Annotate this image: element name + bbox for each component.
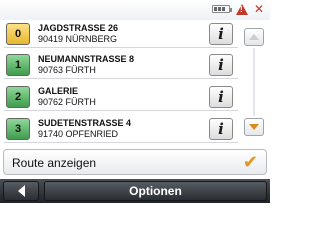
battery-icon [211, 5, 232, 13]
show-route-button[interactable]: Route anzeigen ✔ [3, 149, 267, 175]
scroll-down-button[interactable] [244, 118, 264, 136]
street-name: SUDETENSTRASSE 4 [38, 118, 132, 128]
options-button[interactable]: Optionen [44, 181, 267, 201]
address-text: SUDETENSTRASSE 4 91740 OPFENRIED [38, 118, 198, 140]
number-badge: 1 [6, 54, 30, 76]
info-button[interactable]: i [209, 54, 233, 76]
back-arrow-icon [17, 185, 25, 197]
bottom-bar: Optionen [0, 179, 270, 203]
number-badge: 0 [6, 23, 30, 45]
street-name: JAGDSTRASSE 26 [38, 23, 119, 33]
list-item[interactable]: 1 NEUMANNSTRASSE 8 90763 FÜRTH i [4, 51, 238, 79]
chevron-up-icon [249, 34, 259, 40]
street-name: NEUMANNSTRASSE 8 [38, 54, 135, 64]
city-name: 91740 OPFENRIED [38, 129, 119, 139]
address-text: JAGDSTRASSE 26 90419 NÜRNBERG [38, 23, 198, 45]
show-route-label: Route anzeigen [12, 156, 97, 170]
street-name: GALERIE [38, 86, 79, 96]
status-icons: ! ✕ [211, 2, 264, 16]
city-name: 90763 FÜRTH [38, 65, 96, 75]
number-badge: 2 [6, 86, 30, 108]
destination-list: 0 JAGDSTRASSE 26 90419 NÜRNBERG i 1 NEUM… [4, 20, 238, 146]
status-bar: ! ✕ [0, 0, 270, 20]
city-name: 90419 NÜRNBERG [38, 34, 118, 44]
city-name: 90762 FÜRTH [38, 97, 96, 107]
number-badge: 3 [6, 118, 30, 140]
chevron-down-icon [249, 124, 259, 130]
warning-icon: ! [235, 3, 248, 15]
address-text: GALERIE 90762 FÜRTH [38, 86, 198, 108]
back-button[interactable] [3, 181, 39, 201]
scroll-up-button[interactable] [244, 28, 264, 46]
info-button[interactable]: i [209, 118, 233, 140]
scroll-track[interactable] [253, 48, 255, 116]
address-text: NEUMANNSTRASSE 8 90763 FÜRTH [38, 54, 198, 76]
no-signal-icon: ✕ [253, 2, 264, 16]
list-item[interactable]: 2 GALERIE 90762 FÜRTH i [4, 83, 238, 111]
info-button[interactable]: i [209, 23, 233, 45]
info-button[interactable]: i [209, 86, 233, 108]
checkmark-icon: ✔ [242, 152, 258, 172]
list-item[interactable]: 0 JAGDSTRASSE 26 90419 NÜRNBERG i [4, 20, 238, 48]
list-item[interactable]: 3 SUDETENSTRASSE 4 91740 OPFENRIED i [4, 115, 238, 143]
